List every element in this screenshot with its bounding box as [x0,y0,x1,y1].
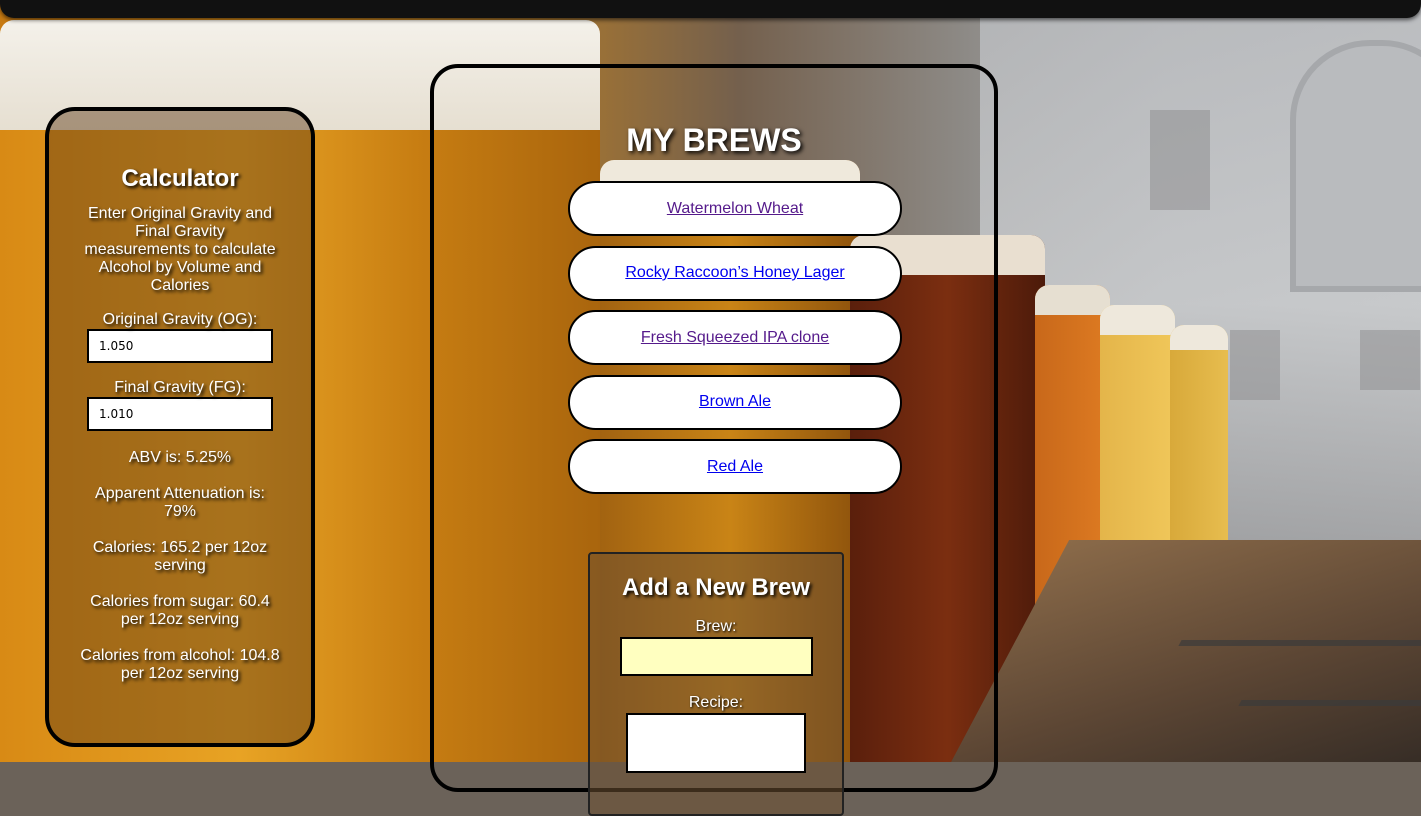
my-brews-title: MY BREWS [626,122,802,158]
calculator-intro: Enter Original Gravity and Final Gravity… [84,205,276,294]
brew-link-watermelon-wheat[interactable]: Watermelon Wheat [667,200,803,218]
brew-list: Watermelon Wheat Rocky Raccoon’s Honey L… [568,181,902,504]
brew-list-item: Brown Ale [568,374,902,430]
brew-link-brown-ale[interactable]: Brown Ale [699,393,771,411]
og-label: Original Gravity (OG): [102,311,258,328]
brew-name-input[interactable] [619,637,813,676]
top-nav-bar [0,0,1421,18]
recipe-textarea[interactable] [626,713,806,773]
fg-input[interactable]: 1.010 [87,397,273,431]
brew-list-item: Rocky Raccoon’s Honey Lager [568,245,902,301]
calculator-title: Calculator [121,165,239,192]
calories-alcohol-result: Calories from alcohol: 104.8 per 12oz se… [80,647,280,682]
brew-link-ipa-clone[interactable]: Fresh Squeezed IPA clone [641,329,829,347]
attenuation-result: Apparent Attenuation is: 79% [95,485,265,520]
brew-list-item: Red Ale [568,439,902,494]
abv-result: ABV is: 5.25% [128,449,232,466]
brew-link-honey-lager[interactable]: Rocky Raccoon’s Honey Lager [625,264,844,282]
calories-result: Calories: 165.2 per 12oz serving [92,539,268,574]
my-brews-panel: MY BREWS Watermelon Wheat Rocky Raccoon’… [430,64,998,816]
og-input[interactable]: 1.050 [87,329,273,363]
recipe-field-label: Recipe: [688,694,744,711]
calories-sugar-result: Calories from sugar: 60.4 per 12oz servi… [90,593,270,628]
brew-list-item: Watermelon Wheat [568,181,902,236]
calculator-panel: Calculator Enter Original Gravity and Fi… [45,107,315,747]
brew-link-red-ale[interactable]: Red Ale [707,458,763,476]
fg-label: Final Gravity (FG): [114,379,246,396]
brew-list-item: Fresh Squeezed IPA clone [568,310,902,365]
add-brew-form: Add a New Brew Brew: Recipe: [588,552,844,816]
add-brew-title: Add a New Brew [621,574,811,601]
brew-field-label: Brew: [695,618,737,635]
